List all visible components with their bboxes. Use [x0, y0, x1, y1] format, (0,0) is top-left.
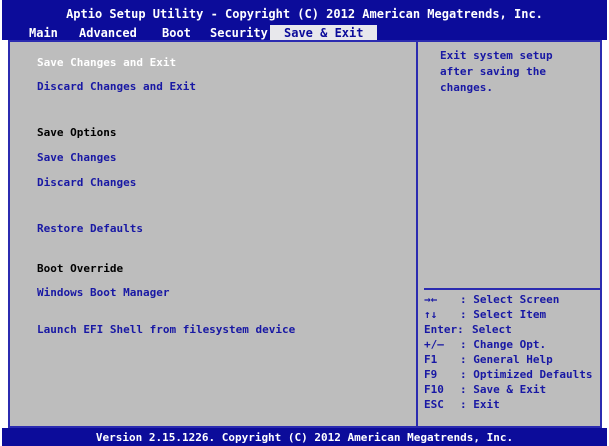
- main-panel: Save Changes and Exit Discard Changes an…: [8, 40, 602, 428]
- key-description: : Select Screen: [460, 293, 560, 306]
- footer-bar: Version 2.15.1226. Copyright (C) 2012 Am…: [2, 428, 607, 446]
- discard-changes-and-exit-item[interactable]: Discard Changes and Exit: [37, 80, 196, 93]
- key-label: Enter:: [424, 323, 464, 336]
- help-line: Exit system setup: [440, 49, 553, 62]
- boot-override-header: Boot Override: [37, 262, 124, 275]
- app-title: Aptio Setup Utility - Copyright (C) 2012…: [66, 7, 543, 21]
- key-label: F9: [424, 368, 438, 381]
- restore-defaults-item[interactable]: Restore Defaults: [37, 222, 143, 235]
- windows-boot-manager-item[interactable]: Windows Boot Manager: [37, 286, 169, 299]
- key-legend: →← : Select Screen ↑↓ : Select Item Ente…: [424, 288, 600, 412]
- key-label: +/—: [424, 338, 444, 351]
- version-text: Version 2.15.1226. Copyright (C) 2012 Am…: [95, 431, 514, 444]
- help-line: changes.: [440, 81, 493, 94]
- tab-main[interactable]: Main: [29, 25, 58, 41]
- title-bar: Aptio Setup Utility - Copyright (C) 2012…: [2, 0, 607, 41]
- key-label: F1: [424, 353, 438, 366]
- launch-efi-shell-item[interactable]: Launch EFI Shell from filesystem device: [37, 323, 295, 336]
- key-description: : Exit: [460, 398, 500, 411]
- help-text: Exit system setup after saving the chang…: [440, 48, 595, 96]
- tab-security[interactable]: Security: [210, 25, 268, 41]
- help-panel: Exit system setup after saving the chang…: [418, 42, 600, 426]
- key-label: F10: [424, 383, 444, 396]
- key-row-select-screen: →← : Select Screen: [424, 292, 600, 307]
- tab-advanced[interactable]: Advanced: [79, 25, 137, 41]
- arrow-up-down-icon: ↑↓: [424, 308, 438, 321]
- save-changes-and-exit-item[interactable]: Save Changes and Exit: [37, 56, 176, 69]
- discard-changes-item[interactable]: Discard Changes: [37, 176, 136, 189]
- key-description: : Optimized Defaults: [460, 368, 593, 381]
- options-list: Save Changes and Exit Discard Changes an…: [10, 42, 418, 426]
- key-row-optimized-defaults: F9 : Optimized Defaults: [424, 367, 600, 382]
- help-line: after saving the: [440, 65, 546, 78]
- key-row-exit: ESC : Exit: [424, 397, 600, 412]
- bios-screen: Aptio Setup Utility - Copyright (C) 2012…: [0, 0, 609, 446]
- key-row-select-item: ↑↓ : Select Item: [424, 307, 600, 322]
- key-label: ESC: [424, 398, 444, 411]
- key-description: : Change Opt.: [460, 338, 547, 351]
- key-description: : Select Item: [460, 308, 547, 321]
- key-row-enter: Enter: Select: [424, 322, 600, 337]
- save-options-header: Save Options: [37, 126, 117, 139]
- key-description: : General Help: [460, 353, 553, 366]
- key-row-general-help: F1 : General Help: [424, 352, 600, 367]
- tab-boot[interactable]: Boot: [162, 25, 191, 41]
- tab-bar: Main Advanced Boot Security Save & Exit: [2, 25, 607, 41]
- key-row-change-opt: +/— : Change Opt.: [424, 337, 600, 352]
- arrow-left-right-icon: →←: [424, 293, 438, 306]
- key-row-save-exit: F10 : Save & Exit: [424, 382, 600, 397]
- key-description: : Save & Exit: [460, 383, 547, 396]
- tab-save-exit[interactable]: Save & Exit: [270, 25, 378, 41]
- save-changes-item[interactable]: Save Changes: [37, 151, 116, 164]
- key-description: Select: [472, 323, 512, 336]
